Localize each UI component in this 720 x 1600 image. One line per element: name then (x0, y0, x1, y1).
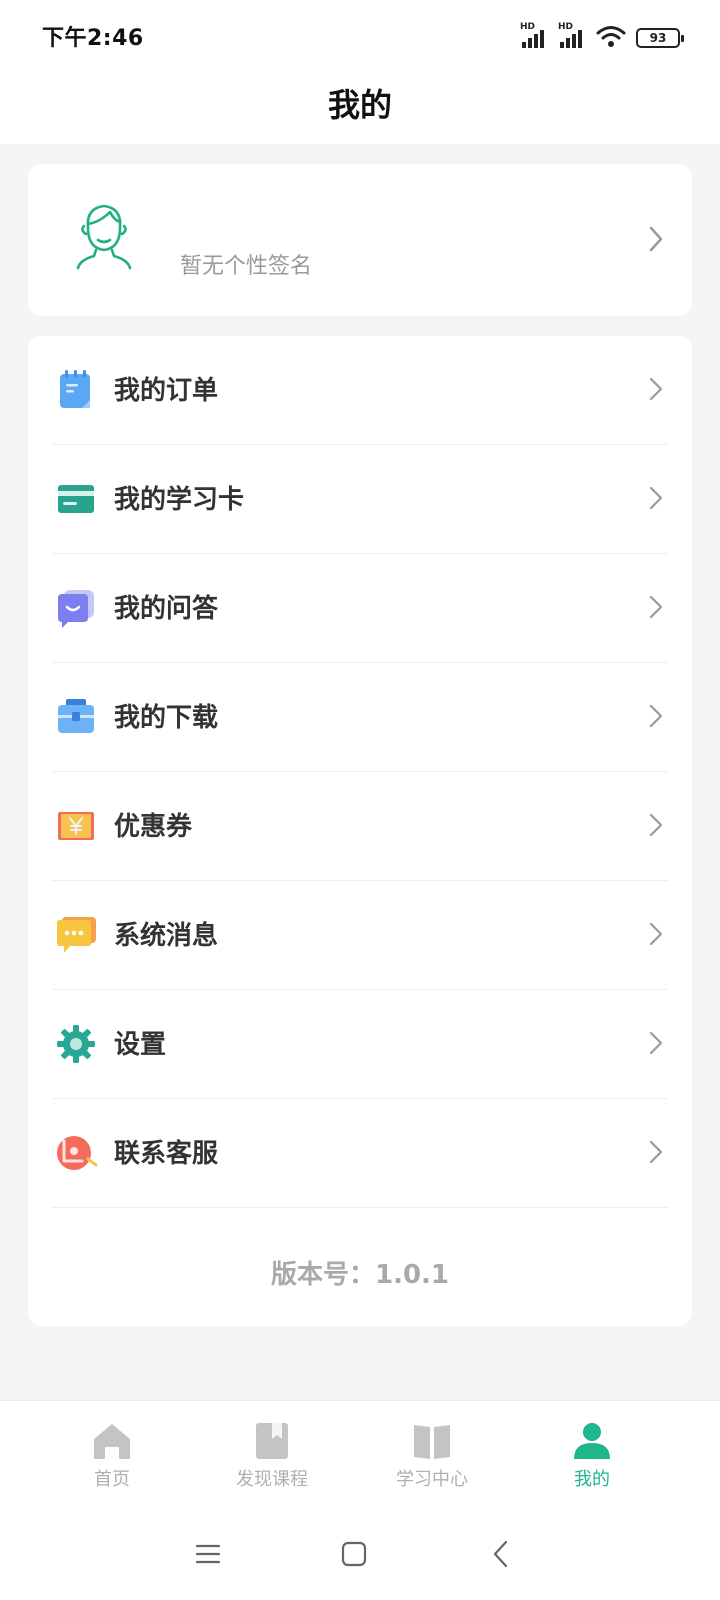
home-square-icon[interactable] (334, 1534, 374, 1574)
version-label: 版本号：1.0.1 (270, 1260, 450, 1290)
cellular-signal-icon: HD (520, 22, 548, 48)
menu-item-downloads[interactable]: 我的下载 (28, 663, 692, 772)
status-bar: 下午2:46 HD HD 93 (0, 0, 720, 70)
tab-home[interactable]: 首页 (22, 1401, 202, 1499)
menu-item-label: 我的订单 (114, 376, 219, 406)
menu-item-study-card[interactable]: 我的学习卡 (28, 445, 692, 554)
menu-item-system-messages[interactable]: 系统消息 (28, 881, 692, 990)
menu-item-label: 我的问答 (114, 594, 219, 624)
customer-service-icon (57, 1136, 98, 1170)
menu-item-customer-service[interactable]: 联系客服 (28, 1099, 692, 1208)
profile-signature: 暂无个性签名 (180, 254, 313, 279)
download-box-icon (58, 699, 94, 733)
battery-icon: 93 (636, 28, 684, 48)
menu-item-qa[interactable]: 我的问答 (28, 554, 692, 663)
wifi-icon (596, 26, 626, 47)
chevron-right-icon (649, 813, 663, 837)
cellular-signal-icon: HD (558, 22, 586, 48)
menu-item-settings[interactable]: 设置 (28, 990, 692, 1099)
menu-item-label: 系统消息 (114, 921, 219, 951)
header: 我的 (0, 70, 720, 144)
status-time: 下午2:46 (42, 26, 144, 51)
menu-icon[interactable] (188, 1534, 228, 1574)
chevron-right-icon (649, 1031, 663, 1055)
chevron-right-icon (649, 1140, 663, 1164)
menu-item-label: 我的下载 (114, 703, 219, 733)
system-navigation-bar (0, 1498, 720, 1600)
bookmark-book-icon (256, 1423, 288, 1459)
tab-label: 首页 (94, 1469, 130, 1490)
study-card-icon (58, 485, 94, 513)
home-icon (94, 1424, 130, 1459)
tab-discover-courses[interactable]: 发现课程 (182, 1401, 362, 1499)
menu-item-label: 我的学习卡 (114, 485, 245, 515)
chevron-right-icon (649, 922, 663, 946)
profile-card[interactable]: 暂无个性签名 (28, 164, 692, 316)
menu-item-coupons[interactable]: 优惠券 (28, 772, 692, 881)
chevron-right-icon (649, 704, 663, 728)
qa-chat-icon (58, 590, 94, 628)
menu-item-label: 联系客服 (114, 1139, 219, 1169)
tab-mine[interactable]: 我的 (502, 1401, 682, 1499)
menu-item-label: 设置 (114, 1030, 167, 1060)
bottom-tab-bar: 首页 发现课程 学习中心 我的 (0, 1400, 720, 1498)
status-icons: HD HD 93 (520, 20, 684, 48)
tab-learning-center[interactable]: 学习中心 (342, 1401, 522, 1499)
menu-item-orders[interactable]: 我的订单 (28, 336, 692, 445)
page-title: 我的 (327, 86, 392, 124)
menu-item-label: 优惠券 (114, 812, 193, 842)
order-notepad-icon (60, 370, 90, 408)
chevron-right-icon (649, 377, 663, 401)
coupon-icon (58, 812, 94, 840)
settings-gear-icon (57, 1025, 95, 1063)
tab-label: 发现课程 (236, 1469, 308, 1490)
chevron-right-icon (649, 595, 663, 619)
person-icon (574, 1423, 610, 1459)
back-icon[interactable] (482, 1534, 522, 1574)
chevron-right-icon[interactable] (646, 224, 666, 254)
divider (52, 1207, 668, 1208)
chevron-right-icon (649, 486, 663, 510)
user-avatar-outline-icon (76, 204, 132, 270)
open-book-icon (414, 1425, 450, 1459)
menu-list: 我的订单 我的学习卡 我的问答 我的下载 优惠券 系统消息 设置 联系客服 版本… (28, 336, 692, 1326)
tab-label: 我的 (574, 1469, 610, 1490)
message-bubble-icon (57, 917, 96, 953)
tab-label: 学习中心 (396, 1469, 468, 1490)
